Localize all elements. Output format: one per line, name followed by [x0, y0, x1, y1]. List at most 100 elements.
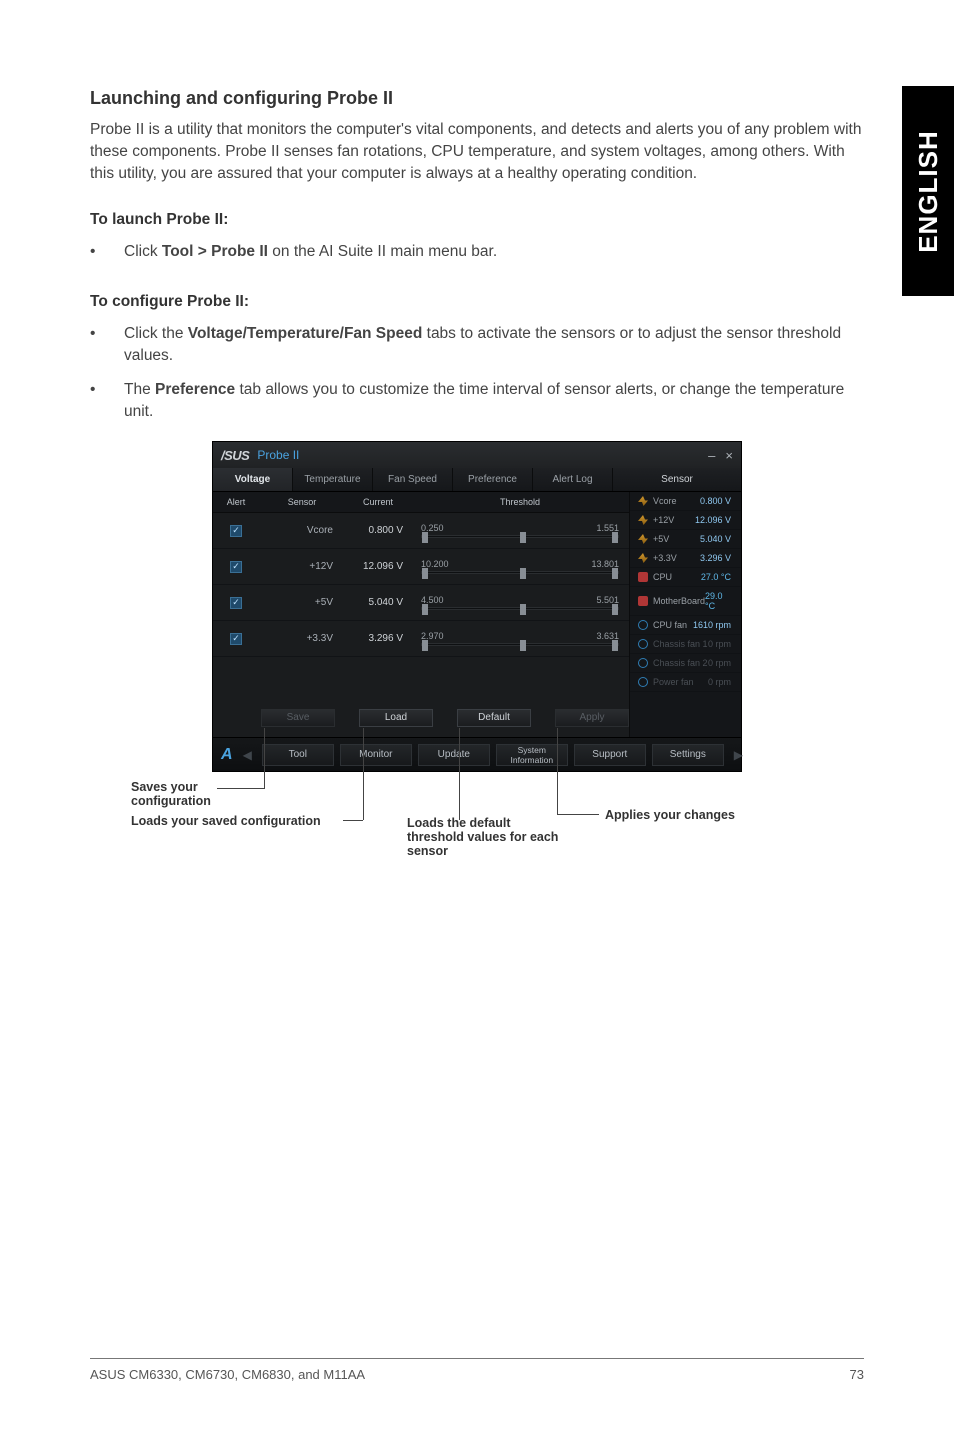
footer-product: ASUS CM6330, CM6730, CM6830, and M11AA — [90, 1367, 365, 1382]
summary-row: Power fan 0 rpm — [630, 673, 741, 692]
summary-value: 0 rpm — [708, 677, 731, 687]
summary-name: Chassis fan 1 — [653, 639, 708, 649]
volt-icon — [638, 534, 648, 544]
page-content: Launching and configuring Probe II Probe… — [0, 0, 954, 944]
tab-preference[interactable]: Preference — [453, 468, 533, 491]
slider-handle-high[interactable] — [612, 640, 618, 651]
tab-voltage[interactable]: Voltage — [213, 468, 293, 491]
bullet-configure-1: • Click the Voltage/Temperature/Fan Spee… — [90, 323, 864, 367]
callout-line — [557, 814, 599, 815]
main-menu-bar: A ◀ Tool Monitor Update System Informati… — [213, 737, 741, 771]
table-row: ✓Vcore0.800 V0.2501.551 — [213, 513, 629, 549]
brand-logo: /SUS — [221, 448, 249, 463]
nav-right-icon[interactable]: ▶ — [730, 748, 747, 762]
callout-line — [459, 728, 460, 820]
bullet-body: The Preference tab allows you to customi… — [124, 379, 864, 423]
alert-checkbox[interactable]: ✓ — [230, 561, 242, 573]
menu-tool[interactable]: Tool — [262, 744, 334, 766]
alert-cell: ✓ — [213, 525, 259, 537]
sensor-panel-header: Sensor — [613, 468, 741, 491]
summary-value: 3.296 V — [700, 553, 731, 563]
intro-paragraph: Probe II is a utility that monitors the … — [90, 119, 864, 185]
summary-name: Power fan — [653, 677, 694, 687]
fan-icon — [638, 658, 648, 668]
threshold-slider[interactable] — [421, 571, 619, 574]
menu-update[interactable]: Update — [418, 744, 490, 766]
summary-row: +12V12.096 V — [630, 511, 741, 530]
slider-handle-low[interactable] — [422, 532, 428, 543]
section-heading: Launching and configuring Probe II — [90, 88, 864, 109]
summary-value: 0 rpm — [708, 658, 731, 668]
minimize-button[interactable]: – — [708, 448, 715, 463]
category-tabs: Voltage Temperature Fan Speed Preference… — [213, 468, 741, 492]
menu-support[interactable]: Support — [574, 744, 646, 766]
callout-loads: Loads your saved configuration — [131, 814, 321, 828]
chapter-tab-label: ENGLISH — [913, 130, 944, 253]
close-button[interactable]: × — [725, 448, 733, 463]
menu-settings[interactable]: Settings — [652, 744, 724, 766]
slider-handle-mid[interactable] — [520, 604, 526, 615]
volt-icon — [638, 515, 648, 525]
slider-handle-high[interactable] — [612, 568, 618, 579]
slider-handle-high[interactable] — [612, 604, 618, 615]
summary-value: 0.800 V — [700, 496, 731, 506]
summary-name: +3.3V — [653, 553, 677, 563]
slider-handle-low[interactable] — [422, 568, 428, 579]
alert-checkbox[interactable]: ✓ — [230, 633, 242, 645]
sensor-name: Vcore — [259, 525, 345, 536]
chapter-tab: ENGLISH — [902, 86, 954, 296]
slider-handle-low[interactable] — [422, 604, 428, 615]
text: Click — [124, 243, 162, 260]
slider-handle-mid[interactable] — [520, 640, 526, 651]
threshold-slider[interactable] — [421, 607, 619, 610]
summary-value: 0 rpm — [708, 639, 731, 649]
probe-window: /SUS Probe II – × Voltage Temperature Fa… — [212, 441, 742, 772]
table-row: ✓+5V5.040 V4.5005.501 — [213, 585, 629, 621]
menu-monitor[interactable]: Monitor — [340, 744, 412, 766]
sensor-name: +12V — [259, 561, 345, 572]
threshold-slider[interactable] — [421, 643, 619, 646]
slider-handle-high[interactable] — [612, 532, 618, 543]
alert-checkbox[interactable]: ✓ — [230, 597, 242, 609]
callout-default: Loads the default threshold values for e… — [407, 816, 567, 858]
slider-handle-mid[interactable] — [520, 568, 526, 579]
temp-icon — [638, 596, 648, 606]
slider-handle-low[interactable] — [422, 640, 428, 651]
threshold-slider[interactable] — [421, 535, 619, 538]
summary-name: CPU fan — [653, 620, 687, 630]
apply-button[interactable]: Apply — [555, 709, 629, 727]
callout-saves: Saves your configuration — [131, 780, 241, 808]
summary-row: Chassis fan 20 rpm — [630, 654, 741, 673]
text: The — [124, 381, 155, 398]
alert-checkbox[interactable]: ✓ — [230, 525, 242, 537]
summary-name: Chassis fan 2 — [653, 658, 708, 668]
threshold-cell: 10.20013.801 — [411, 559, 629, 574]
volt-icon — [638, 553, 648, 563]
bullet-marker: • — [90, 323, 124, 367]
default-button[interactable]: Default — [457, 709, 531, 727]
tab-temperature[interactable]: Temperature — [293, 468, 373, 491]
summary-row: +3.3V 3.296 V — [630, 549, 741, 568]
callout-layer: Saves your configuration Loads your save… — [157, 784, 797, 904]
tab-alert-log[interactable]: Alert Log — [533, 468, 613, 491]
col-sensor: Sensor — [259, 492, 345, 512]
tab-fan-speed[interactable]: Fan Speed — [373, 468, 453, 491]
alert-cell: ✓ — [213, 633, 259, 645]
table-header: Alert Sensor Current Threshold — [213, 492, 629, 513]
sensor-current: 5.040 V — [345, 597, 411, 608]
text-bold: Preference — [155, 381, 235, 398]
text: on the AI Suite II main menu bar. — [268, 243, 497, 260]
alert-cell: ✓ — [213, 597, 259, 609]
callout-line — [264, 728, 265, 788]
sensor-current: 3.296 V — [345, 633, 411, 644]
sensor-name: +3.3V — [259, 633, 345, 644]
summary-row: CPU27.0 °C — [630, 568, 741, 587]
nav-left-icon[interactable]: ◀ — [239, 748, 256, 762]
summary-value: 29.0 °C — [705, 591, 731, 611]
slider-handle-mid[interactable] — [520, 532, 526, 543]
probe-window-container: /SUS Probe II – × Voltage Temperature Fa… — [212, 441, 742, 772]
fan-icon — [638, 639, 648, 649]
col-alert: Alert — [213, 492, 259, 512]
load-button[interactable]: Load — [359, 709, 433, 727]
save-button[interactable]: Save — [261, 709, 335, 727]
